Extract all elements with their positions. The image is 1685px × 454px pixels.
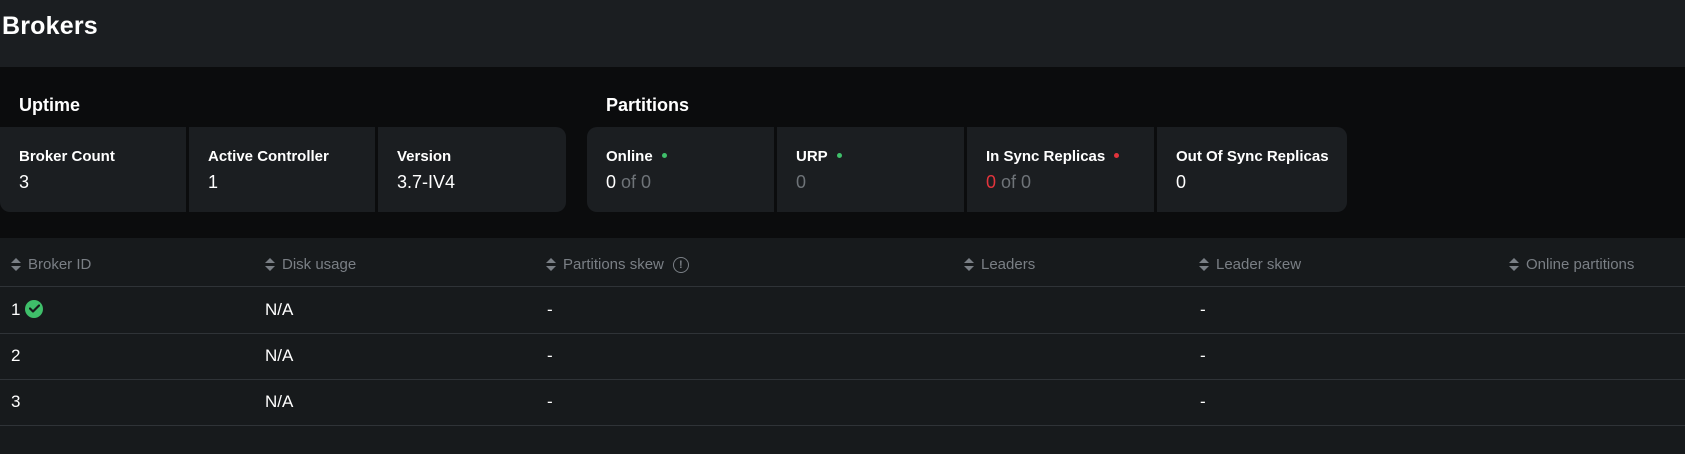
leader-skew-cell: - (1200, 346, 1206, 365)
sort-icon (1509, 257, 1519, 272)
table-row[interactable]: 2 N/A - - (0, 333, 1685, 380)
in-sync-total: of 0 (1001, 172, 1032, 192)
out-of-sync-replicas-card: Out Of Sync Replicas 0 (1157, 127, 1347, 212)
page-header: Brokers (0, 0, 1685, 67)
in-sync-replicas-label-text: In Sync Replicas (986, 148, 1106, 165)
page-title: Brokers (2, 12, 98, 40)
active-controller-value: 1 (208, 172, 219, 192)
table-row[interactable]: 3 N/A - - (0, 379, 1685, 426)
sort-icon (1199, 257, 1209, 272)
partitions-skew-cell: - (547, 392, 553, 411)
column-header-label: Online partitions (1526, 256, 1635, 273)
version-label: Version (397, 148, 452, 165)
broker-id-cell[interactable]: 2 (11, 346, 20, 366)
online-card: Online 0 of 0 (587, 127, 774, 212)
column-header-label: Broker ID (28, 256, 92, 273)
urp-label: URP (796, 148, 842, 165)
broker-count-card: Broker Count 3 (0, 127, 186, 212)
partitions-skew-cell: - (547, 346, 553, 365)
online-count: 0 (606, 172, 617, 192)
column-header-disk-usage[interactable]: Disk usage (265, 256, 356, 273)
broker-count-value: 3 (19, 172, 30, 192)
column-header-leaders[interactable]: Leaders (964, 256, 1035, 273)
column-header-label: Leader skew (1216, 256, 1302, 273)
check-circle-icon (25, 299, 44, 318)
column-header-online-partitions[interactable]: Online partitions (1509, 256, 1634, 273)
in-sync-replicas-card: In Sync Replicas 0 of 0 (967, 127, 1154, 212)
table-row[interactable]: 1 N/A - - (0, 287, 1685, 334)
online-label-text: Online (606, 148, 653, 165)
sort-icon (11, 257, 21, 272)
leader-skew-cell: - (1200, 392, 1206, 411)
uptime-title: Uptime (19, 95, 81, 115)
in-sync-replicas-value: 0 of 0 (986, 172, 1031, 193)
partitions-skew-cell: - (547, 300, 553, 319)
out-of-sync-replicas-value: 0 (1176, 172, 1187, 192)
metrics-band: Uptime Broker Count 3 Active Controller … (0, 67, 1685, 238)
version-value: 3.7-IV4 (397, 172, 456, 192)
urp-status-dot-icon (836, 152, 842, 158)
column-header-label: Disk usage (282, 256, 357, 273)
broker-id-cell[interactable]: 1 (11, 299, 44, 320)
urp-value: 0 (796, 172, 807, 192)
broker-id: 1 (11, 300, 21, 319)
in-sync-count: 0 (986, 172, 997, 192)
sort-icon (265, 257, 275, 272)
out-of-sync-replicas-label: Out Of Sync Replicas (1176, 148, 1329, 165)
version-card: Version 3.7-IV4 (378, 127, 566, 212)
online-label: Online (606, 148, 667, 165)
column-header-label: Partitions skew (563, 256, 664, 273)
in-sync-replicas-label: In Sync Replicas (986, 148, 1120, 165)
urp-label-text: URP (796, 148, 828, 165)
online-value: 0 of 0 (606, 172, 651, 193)
active-controller-card: Active Controller 1 (189, 127, 375, 212)
column-header-partitions-skew[interactable]: Partitions skew ! (546, 256, 689, 273)
info-icon[interactable]: ! (672, 256, 689, 273)
active-controller-label: Active Controller (208, 148, 329, 165)
disk-usage-cell: N/A (265, 346, 294, 365)
column-header-leader-skew[interactable]: Leader skew (1199, 256, 1301, 273)
urp-card: URP 0 (777, 127, 964, 212)
partitions-title: Partitions (606, 95, 690, 115)
broker-id-cell[interactable]: 3 (11, 392, 20, 412)
broker-count-label: Broker Count (19, 148, 115, 165)
online-total: of 0 (621, 172, 652, 192)
brokers-table: Broker ID Disk usage Partitions skew ! L… (0, 238, 1685, 454)
online-status-dot-icon (661, 152, 667, 158)
sort-icon (964, 257, 974, 272)
column-header-label: Leaders (981, 256, 1036, 273)
in-sync-status-dot-icon (1114, 152, 1120, 158)
column-header-broker-id[interactable]: Broker ID (11, 256, 91, 273)
disk-usage-cell: N/A (265, 300, 294, 319)
leader-skew-cell: - (1200, 300, 1206, 319)
disk-usage-cell: N/A (265, 392, 294, 411)
sort-icon (546, 257, 556, 272)
